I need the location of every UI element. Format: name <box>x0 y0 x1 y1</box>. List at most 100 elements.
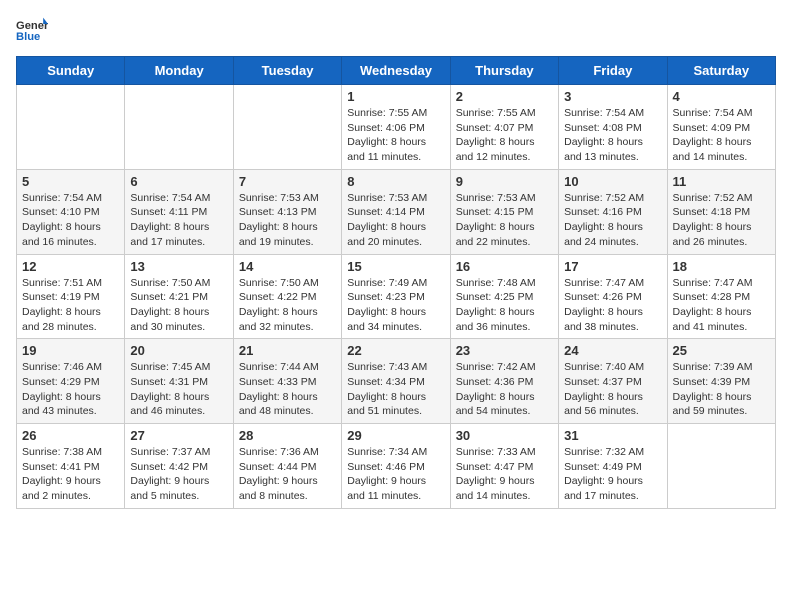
calendar-cell: 19Sunrise: 7:46 AM Sunset: 4:29 PM Dayli… <box>17 339 125 424</box>
day-info: Sunrise: 7:46 AM Sunset: 4:29 PM Dayligh… <box>22 360 119 419</box>
day-info: Sunrise: 7:50 AM Sunset: 4:21 PM Dayligh… <box>130 276 227 335</box>
day-number: 31 <box>564 428 661 443</box>
calendar-cell: 9Sunrise: 7:53 AM Sunset: 4:15 PM Daylig… <box>450 169 558 254</box>
svg-text:Blue: Blue <box>16 31 40 43</box>
day-info: Sunrise: 7:45 AM Sunset: 4:31 PM Dayligh… <box>130 360 227 419</box>
calendar-cell: 3 Sunrise: 7:54 AM Sunset: 4:08 PM Daylig… <box>559 85 667 170</box>
weekday-header-cell: Tuesday <box>233 57 341 85</box>
calendar-cell: 15 Sunrise: 7:49 AM Sunset: 4:23 PM Dayli… <box>342 254 450 339</box>
calendar-cell: 20 Sunrise: 7:45 AM Sunset: 4:31 PM Dayli… <box>125 339 233 424</box>
calendar-week-row: 1Sunrise: 7:55 AM Sunset: 4:06 PM Daylig… <box>17 85 776 170</box>
day-number: 30 <box>456 428 553 443</box>
day-number: 10 <box>564 174 661 189</box>
day-info: Sunrise: 7:52 AM Sunset: 4:18 PM Dayligh… <box>673 191 770 250</box>
calendar-cell: 21Sunrise: 7:44 AM Sunset: 4:33 PM Dayli… <box>233 339 341 424</box>
page-header: General Blue <box>16 16 776 44</box>
day-info: Sunrise: 7:43 AM Sunset: 4:34 PM Dayligh… <box>347 360 444 419</box>
calendar-cell <box>233 85 341 170</box>
calendar-cell: 26 Sunrise: 7:38 AM Sunset: 4:41 PM Dayli… <box>17 424 125 509</box>
day-info: Sunrise: 7:47 AM Sunset: 4:28 PM Dayligh… <box>673 276 770 335</box>
calendar-cell: 25 Sunrise: 7:39 AM Sunset: 4:39 PM Dayli… <box>667 339 775 424</box>
day-number: 27 <box>130 428 227 443</box>
day-info: Sunrise: 7:54 AM Sunset: 4:09 PM Dayligh… <box>673 106 770 165</box>
day-info: Sunrise: 7:39 AM Sunset: 4:39 PM Dayligh… <box>673 360 770 419</box>
calendar-cell: 23 Sunrise: 7:42 AM Sunset: 4:36 PM Dayli… <box>450 339 558 424</box>
day-number: 17 <box>564 259 661 274</box>
calendar-cell: 17 Sunrise: 7:47 AM Sunset: 4:26 PM Dayli… <box>559 254 667 339</box>
day-number: 7 <box>239 174 336 189</box>
calendar-cell: 4 Sunrise: 7:54 AM Sunset: 4:09 PM Daylig… <box>667 85 775 170</box>
logo: General Blue <box>16 16 48 44</box>
calendar-week-row: 12 Sunrise: 7:51 AM Sunset: 4:19 PM Dayli… <box>17 254 776 339</box>
day-number: 5 <box>22 174 119 189</box>
day-info: Sunrise: 7:34 AM Sunset: 4:46 PM Dayligh… <box>347 445 444 504</box>
day-number: 4 <box>673 89 770 104</box>
day-number: 22 <box>347 343 444 358</box>
calendar-cell: 22 Sunrise: 7:43 AM Sunset: 4:34 PM Dayli… <box>342 339 450 424</box>
day-info: Sunrise: 7:44 AM Sunset: 4:33 PM Dayligh… <box>239 360 336 419</box>
day-number: 3 <box>564 89 661 104</box>
day-number: 26 <box>22 428 119 443</box>
calendar-cell <box>125 85 233 170</box>
calendar-cell: 18 Sunrise: 7:47 AM Sunset: 4:28 PM Dayli… <box>667 254 775 339</box>
day-info: Sunrise: 7:51 AM Sunset: 4:19 PM Dayligh… <box>22 276 119 335</box>
day-info: Sunrise: 7:50 AM Sunset: 4:22 PM Dayligh… <box>239 276 336 335</box>
day-info: Sunrise: 7:53 AM Sunset: 4:13 PM Dayligh… <box>239 191 336 250</box>
day-number: 18 <box>673 259 770 274</box>
calendar-cell <box>17 85 125 170</box>
weekday-header-row: SundayMondayTuesdayWednesdayThursdayFrid… <box>17 57 776 85</box>
day-number: 1 <box>347 89 444 104</box>
calendar-cell: 30 Sunrise: 7:33 AM Sunset: 4:47 PM Dayli… <box>450 424 558 509</box>
weekday-header-cell: Thursday <box>450 57 558 85</box>
day-info: Sunrise: 7:38 AM Sunset: 4:41 PM Dayligh… <box>22 445 119 504</box>
day-info: Sunrise: 7:52 AM Sunset: 4:16 PM Dayligh… <box>564 191 661 250</box>
day-info: Sunrise: 7:48 AM Sunset: 4:25 PM Dayligh… <box>456 276 553 335</box>
calendar-cell: 27Sunrise: 7:37 AM Sunset: 4:42 PM Dayli… <box>125 424 233 509</box>
calendar-cell: 16 Sunrise: 7:48 AM Sunset: 4:25 PM Dayli… <box>450 254 558 339</box>
calendar-cell: 31 Sunrise: 7:32 AM Sunset: 4:49 PM Dayli… <box>559 424 667 509</box>
day-info: Sunrise: 7:40 AM Sunset: 4:37 PM Dayligh… <box>564 360 661 419</box>
day-number: 12 <box>22 259 119 274</box>
day-number: 25 <box>673 343 770 358</box>
day-info: Sunrise: 7:54 AM Sunset: 4:10 PM Dayligh… <box>22 191 119 250</box>
day-info: Sunrise: 7:49 AM Sunset: 4:23 PM Dayligh… <box>347 276 444 335</box>
calendar-cell: 8Sunrise: 7:53 AM Sunset: 4:14 PM Daylig… <box>342 169 450 254</box>
weekday-header-cell: Monday <box>125 57 233 85</box>
day-number: 15 <box>347 259 444 274</box>
calendar-cell: 28Sunrise: 7:36 AM Sunset: 4:44 PM Dayli… <box>233 424 341 509</box>
day-number: 29 <box>347 428 444 443</box>
day-info: Sunrise: 7:54 AM Sunset: 4:08 PM Dayligh… <box>564 106 661 165</box>
weekday-header-cell: Sunday <box>17 57 125 85</box>
calendar-cell: 6Sunrise: 7:54 AM Sunset: 4:11 PM Daylig… <box>125 169 233 254</box>
day-info: Sunrise: 7:32 AM Sunset: 4:49 PM Dayligh… <box>564 445 661 504</box>
day-number: 2 <box>456 89 553 104</box>
calendar-cell: 29 Sunrise: 7:34 AM Sunset: 4:46 PM Dayli… <box>342 424 450 509</box>
weekday-header-cell: Wednesday <box>342 57 450 85</box>
day-number: 23 <box>456 343 553 358</box>
day-number: 20 <box>130 343 227 358</box>
day-info: Sunrise: 7:55 AM Sunset: 4:07 PM Dayligh… <box>456 106 553 165</box>
weekday-header-cell: Friday <box>559 57 667 85</box>
calendar-cell: 11Sunrise: 7:52 AM Sunset: 4:18 PM Dayli… <box>667 169 775 254</box>
weekday-header-cell: Saturday <box>667 57 775 85</box>
calendar-cell: 24 Sunrise: 7:40 AM Sunset: 4:37 PM Dayli… <box>559 339 667 424</box>
day-info: Sunrise: 7:42 AM Sunset: 4:36 PM Dayligh… <box>456 360 553 419</box>
day-number: 6 <box>130 174 227 189</box>
day-info: Sunrise: 7:47 AM Sunset: 4:26 PM Dayligh… <box>564 276 661 335</box>
calendar-cell: 5 Sunrise: 7:54 AM Sunset: 4:10 PM Daylig… <box>17 169 125 254</box>
calendar-cell: 1Sunrise: 7:55 AM Sunset: 4:06 PM Daylig… <box>342 85 450 170</box>
day-number: 24 <box>564 343 661 358</box>
calendar-cell: 12 Sunrise: 7:51 AM Sunset: 4:19 PM Dayli… <box>17 254 125 339</box>
calendar-cell: 10 Sunrise: 7:52 AM Sunset: 4:16 PM Dayli… <box>559 169 667 254</box>
day-info: Sunrise: 7:53 AM Sunset: 4:14 PM Dayligh… <box>347 191 444 250</box>
calendar-cell: 7 Sunrise: 7:53 AM Sunset: 4:13 PM Daylig… <box>233 169 341 254</box>
day-info: Sunrise: 7:53 AM Sunset: 4:15 PM Dayligh… <box>456 191 553 250</box>
calendar-cell <box>667 424 775 509</box>
day-number: 16 <box>456 259 553 274</box>
day-number: 13 <box>130 259 227 274</box>
calendar-week-row: 5 Sunrise: 7:54 AM Sunset: 4:10 PM Daylig… <box>17 169 776 254</box>
day-info: Sunrise: 7:33 AM Sunset: 4:47 PM Dayligh… <box>456 445 553 504</box>
day-number: 14 <box>239 259 336 274</box>
day-info: Sunrise: 7:36 AM Sunset: 4:44 PM Dayligh… <box>239 445 336 504</box>
calendar-week-row: 26 Sunrise: 7:38 AM Sunset: 4:41 PM Dayli… <box>17 424 776 509</box>
